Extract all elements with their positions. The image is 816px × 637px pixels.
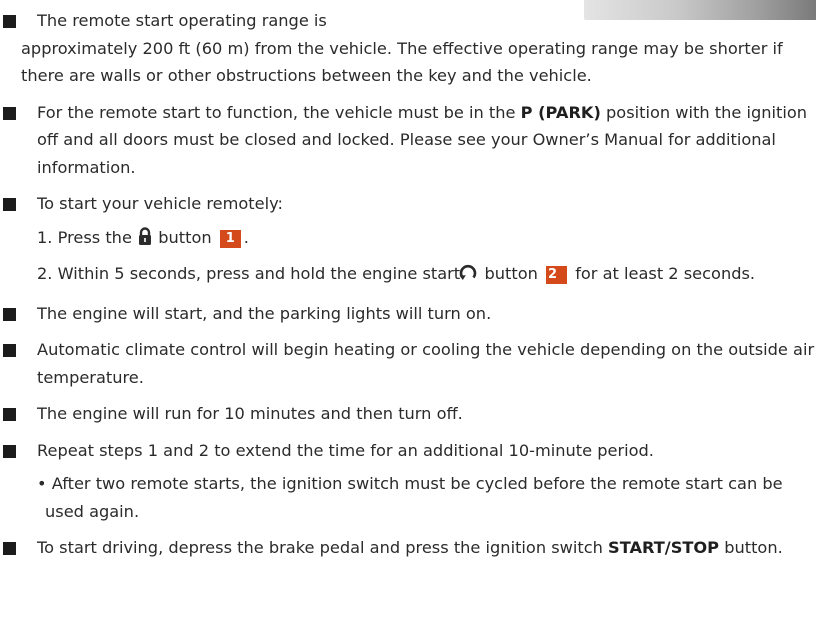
- square-bullet-icon: [3, 444, 16, 458]
- function-text-pre: For the remote start to function, the ve…: [37, 102, 521, 122]
- remote-start-icon: [459, 263, 478, 291]
- list-item-repeat: Repeat steps 1 and 2 to extend the time …: [0, 437, 816, 465]
- callout-badge-1: 1: [219, 229, 241, 248]
- repeat-note: • After two remote starts, the ignition …: [37, 474, 783, 521]
- driving-text-pre: To start driving, depress the brake peda…: [37, 538, 609, 557]
- square-bullet-icon: [3, 344, 16, 357]
- step-1: 1. Press the button 1.: [0, 224, 816, 255]
- callout-badge-2: 2: [546, 266, 568, 284]
- list-item-start-remotely: To start your vehicle remotely:: [0, 190, 816, 218]
- step2-text-pre: 2. Within 5 seconds, press and hold the …: [37, 264, 461, 283]
- square-bullet-icon: [3, 198, 16, 211]
- square-bullet-icon: [3, 307, 16, 321]
- step1-text-post: button: [158, 227, 212, 247]
- park-position-label: P (PARK): [520, 102, 601, 122]
- step1-text-pre: 1. Press the: [37, 227, 132, 247]
- list-item-range: The remote start operating range is appr…: [0, 7, 816, 90]
- list-item-function: For the remote start to function, the ve…: [0, 99, 816, 182]
- repeat-text: Repeat steps 1 and 2 to extend the time …: [37, 440, 654, 460]
- step2-text-post: for at least 2 seconds.: [575, 264, 756, 283]
- square-bullet-icon: [3, 408, 16, 421]
- driving-text-post: button.: [719, 538, 783, 557]
- engine-start-text: The engine will start, and the parking l…: [37, 303, 492, 323]
- start-remotely-text: To start your vehicle remotely:: [37, 194, 283, 213]
- list-item-driving: To start driving, depress the brake peda…: [0, 534, 816, 562]
- range-text-line2: approximately 200 ft (60 m) from the veh…: [21, 38, 783, 86]
- step-2: 2. Within 5 seconds, press and hold the …: [0, 260, 816, 291]
- range-text-line1: The remote start operating range is: [37, 11, 327, 30]
- step2-text-mid: button: [484, 264, 538, 283]
- lock-icon: [138, 226, 152, 255]
- square-bullet-icon: [3, 542, 16, 555]
- square-bullet-icon: [3, 15, 16, 28]
- run-time-text: The engine will run for 10 minutes and t…: [37, 404, 463, 423]
- list-item-engine-start: The engine will start, and the parking l…: [0, 300, 816, 328]
- start-stop-label: START/STOP: [608, 538, 720, 557]
- square-bullet-icon: [3, 106, 16, 120]
- remote-start-instructions: The remote start operating range is appr…: [0, 7, 816, 562]
- list-item-climate: Automatic climate control will begin hea…: [0, 336, 816, 391]
- climate-text: Automatic climate control will begin hea…: [37, 340, 815, 387]
- list-item-run-time: The engine will run for 10 minutes and t…: [0, 400, 816, 428]
